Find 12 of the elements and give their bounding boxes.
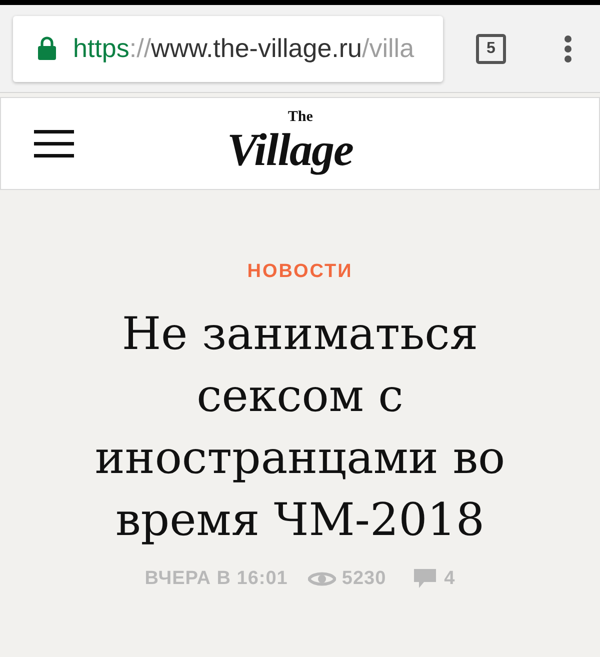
- eye-icon: [308, 570, 336, 588]
- article-headline: Не заниматься сексом с иностранцами во время ЧМ-2018: [94, 306, 506, 548]
- publish-date: ВЧЕРА В 16:01: [144, 566, 288, 590]
- site-logo[interactable]: Village The: [221, 106, 359, 184]
- url-text: https://www.the-village.ru/villa: [73, 32, 414, 65]
- more-menu-icon[interactable]: [564, 34, 572, 62]
- tab-count-button[interactable]: 5: [476, 34, 506, 64]
- address-bar[interactable]: https://www.the-village.ru/villa: [13, 16, 443, 82]
- comment-count: 4: [444, 566, 456, 590]
- view-count: 5230: [342, 566, 386, 590]
- menu-icon[interactable]: [34, 130, 74, 158]
- comment-icon: [414, 568, 436, 589]
